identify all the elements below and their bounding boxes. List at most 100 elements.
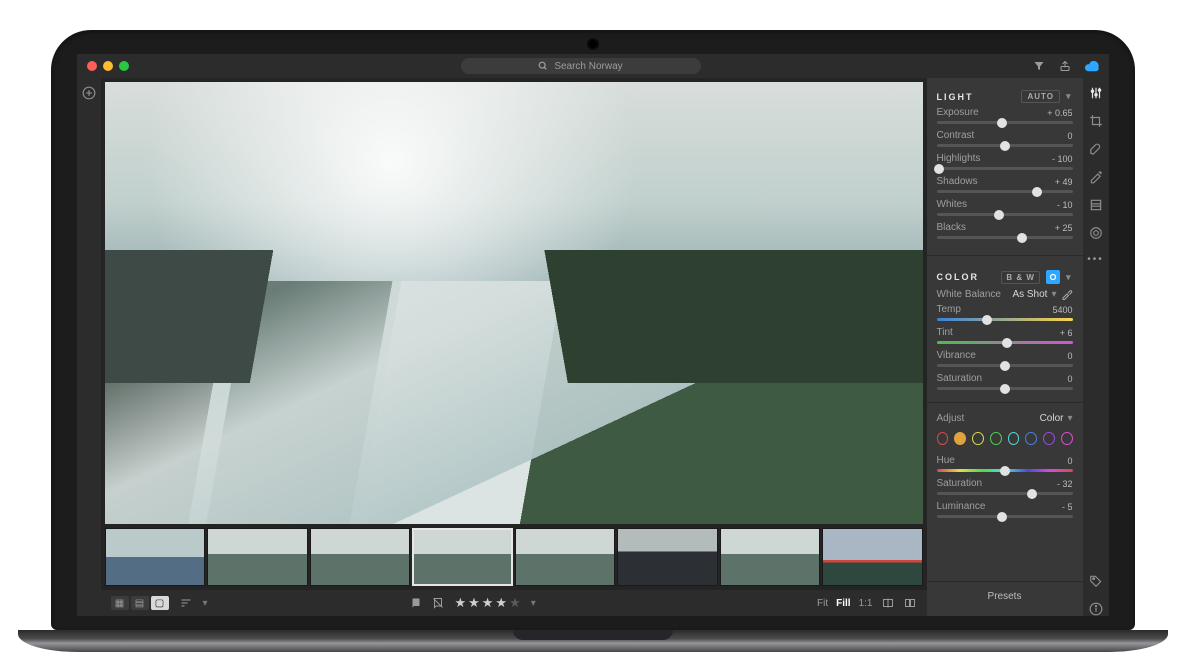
tag-icon[interactable] [1089, 574, 1103, 588]
single-view-button[interactable]: ▢ [151, 596, 169, 610]
slider-label: Highlights [937, 153, 981, 164]
right-toolbar: ••• [1083, 78, 1109, 616]
slider-track[interactable] [937, 144, 1073, 147]
adjust-label: Adjust [937, 413, 965, 424]
color-mixer-row: Adjust Color ▾ [937, 413, 1073, 424]
slider-track[interactable] [937, 318, 1073, 321]
close-button[interactable] [87, 61, 97, 71]
presets-button[interactable]: Presets [927, 581, 1083, 608]
slider-knob[interactable] [997, 512, 1007, 522]
color-mode-button[interactable] [1046, 270, 1060, 284]
slider-knob[interactable] [1000, 466, 1010, 476]
adjust-icon[interactable] [1089, 86, 1103, 100]
star-rating[interactable]: ★★★★★ [454, 595, 520, 611]
zoom-fill[interactable]: Fill [836, 598, 850, 609]
slider-knob[interactable] [1000, 384, 1010, 394]
brush-icon[interactable] [1089, 170, 1103, 184]
slider-value: - 100 [1052, 154, 1073, 164]
cloud-sync-icon[interactable] [1085, 60, 1099, 72]
star-icon: ★ [468, 595, 480, 611]
thumbnail[interactable] [720, 528, 821, 586]
slider-knob[interactable] [1002, 338, 1012, 348]
color-swatch[interactable] [972, 432, 984, 445]
slider-knob[interactable] [982, 315, 992, 325]
zoom-button[interactable] [119, 61, 129, 71]
slider-knob[interactable] [934, 164, 944, 174]
laptop-frame: Search Norway [51, 30, 1135, 640]
info-icon[interactable] [1089, 602, 1103, 616]
adjust-value[interactable]: Color [1040, 413, 1064, 424]
color-swatch[interactable] [1025, 432, 1037, 445]
slider-knob[interactable] [1032, 187, 1042, 197]
heal-icon[interactable] [1089, 142, 1103, 156]
slider-track[interactable] [937, 167, 1073, 170]
slider-knob[interactable] [1017, 233, 1027, 243]
traffic-lights [87, 61, 129, 71]
thumbnail[interactable] [515, 528, 616, 586]
compare-icon[interactable] [881, 597, 895, 609]
color-swatch[interactable] [954, 432, 966, 445]
more-icon[interactable]: ••• [1087, 254, 1104, 265]
light-panel-header[interactable]: LIGHT AUTO ▾ [937, 90, 1073, 103]
thumbnail[interactable] [207, 528, 308, 586]
slider-track[interactable] [937, 515, 1073, 518]
slider-track[interactable] [937, 341, 1073, 344]
slider-track[interactable] [937, 213, 1073, 216]
share-icon[interactable] [1059, 60, 1071, 72]
filter-icon[interactable] [1033, 60, 1045, 72]
auto-button[interactable]: AUTO [1021, 90, 1060, 103]
left-toolbar [77, 78, 101, 616]
slider-knob[interactable] [997, 118, 1007, 128]
mixer-sliders: Hue0Saturation- 32Luminance- 5 [937, 455, 1073, 524]
color-swatch[interactable] [1008, 432, 1020, 445]
grid-view-detail-button[interactable]: ▤ [131, 596, 149, 610]
slider-value: + 0.65 [1047, 108, 1072, 118]
slider-track[interactable] [937, 364, 1073, 367]
white-balance-row[interactable]: White Balance As Shot ▾ [937, 288, 1073, 300]
slider-knob[interactable] [1000, 141, 1010, 151]
color-swatch[interactable] [1061, 432, 1073, 445]
search-input[interactable]: Search Norway [461, 58, 701, 74]
color-swatch[interactable] [937, 432, 949, 445]
slider-knob[interactable] [1000, 361, 1010, 371]
thumbnail[interactable] [310, 528, 411, 586]
slider-label: Luminance [937, 501, 986, 512]
slider-knob[interactable] [1027, 489, 1037, 499]
zoom-fit[interactable]: Fit [817, 598, 828, 609]
linear-gradient-icon[interactable] [1089, 198, 1103, 212]
slider-track[interactable] [937, 492, 1073, 495]
slider-label: Tint [937, 327, 953, 338]
show-original-icon[interactable] [903, 597, 917, 609]
add-photos-icon[interactable] [82, 86, 96, 100]
slider-knob[interactable] [994, 210, 1004, 220]
preview-photo[interactable] [105, 82, 923, 524]
color-panel-header[interactable]: COLOR B & W ▾ [937, 270, 1073, 284]
color-swatch[interactable] [990, 432, 1002, 445]
thumbnail[interactable] [822, 528, 923, 586]
camera-dot [589, 40, 597, 48]
slider-track[interactable] [937, 190, 1073, 193]
thumbnail[interactable] [105, 528, 206, 586]
crop-icon[interactable] [1089, 114, 1103, 128]
thumbnail-selected[interactable] [412, 528, 513, 586]
slider-track[interactable] [937, 121, 1073, 124]
flag-reject-icon[interactable] [432, 597, 444, 609]
color-sliders: Temp5400Tint+ 6Vibrance0Saturation0 [937, 304, 1073, 396]
slider-track[interactable] [937, 469, 1073, 472]
eyedropper-icon[interactable] [1061, 288, 1073, 300]
slider-value: + 25 [1055, 223, 1073, 233]
radial-gradient-icon[interactable] [1089, 226, 1103, 240]
bw-button[interactable]: B & W [1001, 271, 1040, 284]
flag-pick-icon[interactable] [410, 597, 422, 609]
slider-label: Whites [937, 199, 968, 210]
minimize-button[interactable] [103, 61, 113, 71]
color-swatch[interactable] [1043, 432, 1055, 445]
slider-track[interactable] [937, 387, 1073, 390]
slider-value: + 6 [1060, 328, 1073, 338]
sort-icon[interactable] [179, 597, 193, 609]
grid-view-square-button[interactable]: ▦ [111, 596, 129, 610]
thumbnail[interactable] [617, 528, 718, 586]
slider-value: 0 [1067, 456, 1072, 466]
slider-track[interactable] [937, 236, 1073, 239]
zoom-ratio[interactable]: 1:1 [859, 598, 873, 609]
